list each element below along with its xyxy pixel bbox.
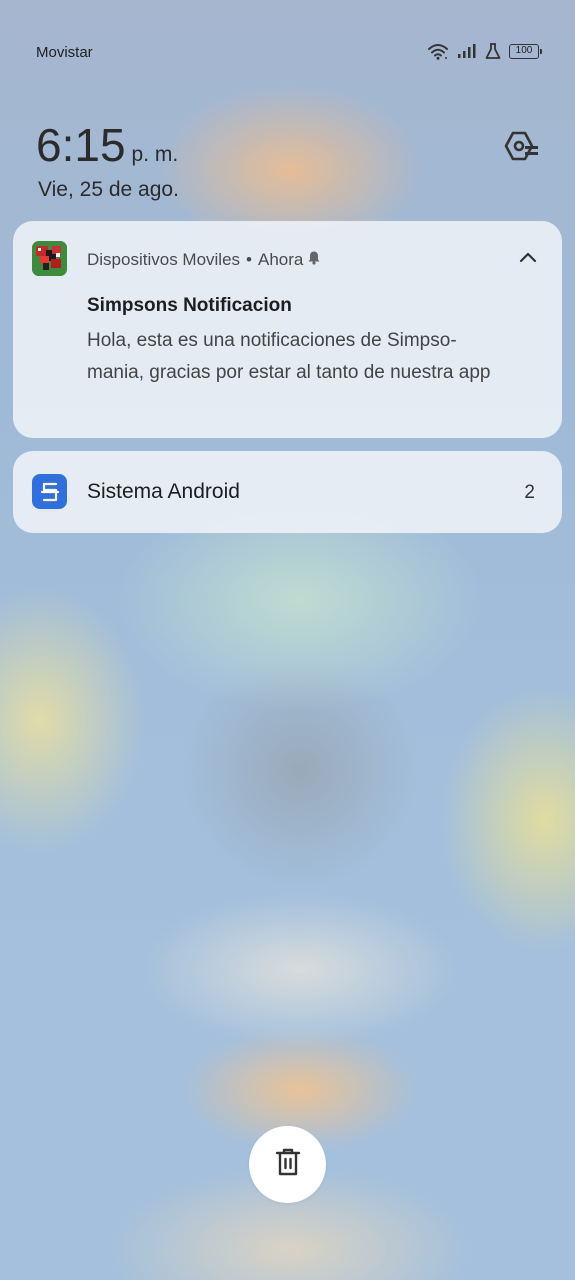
clock-ampm: p. m.: [131, 143, 179, 166]
header-separator: •: [246, 250, 252, 269]
bell-icon: [307, 250, 321, 270]
clock-date: Vie, 25 de ago.: [38, 178, 179, 201]
notification-count: 2: [524, 482, 535, 503]
notification-card-sistema-android[interactable]: Sistema Android 2: [13, 451, 562, 533]
clock-time: 6:15: [36, 119, 126, 171]
notification-header: Dispositivos Moviles • Ahora: [87, 250, 321, 270]
signal-icon: [457, 43, 477, 59]
wifi-icon: [427, 42, 449, 60]
chevron-up-icon: [519, 250, 537, 268]
notification-app-name: Sistema Android: [87, 480, 240, 503]
notification-body: Hola, esta es una notificaciones de Simp…: [87, 330, 491, 383]
status-bar: Movistar 100: [0, 0, 575, 80]
clock: 6:15 p. m.: [36, 122, 178, 168]
carrier-name: Movistar: [36, 44, 93, 61]
trash-icon: [274, 1147, 302, 1182]
notification-app-name: Dispositivos Moviles: [87, 250, 241, 269]
notification-time: Ahora: [258, 250, 304, 269]
notification-title: Simpsons Notificacion: [87, 295, 292, 316]
android-system-icon: [32, 474, 67, 509]
notification-settings-button[interactable]: [501, 128, 541, 168]
collapse-button[interactable]: [516, 247, 540, 271]
status-icons: 100: [427, 42, 542, 60]
battery-icon: 100: [509, 43, 542, 59]
app-icon: [32, 241, 67, 276]
notification-settings-icon: [503, 130, 539, 167]
notification-card-dispositivos-moviles[interactable]: Dispositivos Moviles • Ahora Simpsons No…: [13, 221, 562, 438]
clear-all-button[interactable]: [249, 1126, 326, 1203]
flask-icon: [485, 42, 501, 60]
